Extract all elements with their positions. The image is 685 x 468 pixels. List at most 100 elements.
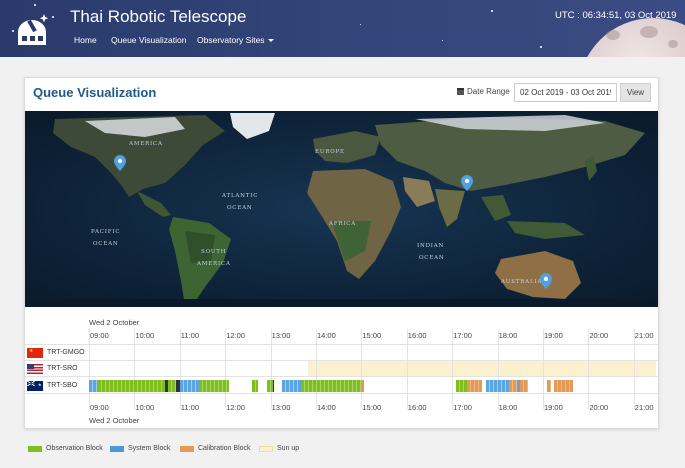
time-tick-label-top: 14:00 (317, 331, 336, 340)
timeline-row-divider (25, 344, 658, 345)
map-pin-icon[interactable] (114, 155, 126, 171)
time-tick-label-bottom: 19:00 (544, 403, 563, 412)
map-label-indian: INDIAN (417, 243, 445, 249)
time-tick-label-bottom: 21:00 (634, 403, 654, 412)
hour-gridline (179, 329, 181, 409)
hour-gridline (406, 329, 408, 409)
system-block[interactable] (281, 380, 301, 392)
time-tick-label-bottom: 11:00 (180, 403, 200, 412)
map-label-atlantic: ATLANTIC (222, 193, 259, 199)
nav-home[interactable]: Home (74, 35, 97, 45)
site-name: TRT-SBO (47, 382, 78, 389)
hour-gridline (497, 329, 499, 409)
map-pin-icon[interactable] (540, 273, 552, 289)
timeline-row-divider (25, 376, 658, 377)
calibration-block[interactable] (554, 380, 574, 392)
observation-block[interactable] (455, 380, 468, 392)
hour-gridline (316, 329, 317, 409)
legend-swatch (180, 445, 194, 452)
star-decoration (442, 40, 443, 41)
time-tick-label-bottom: 15:00 (362, 403, 382, 412)
time-tick-label-bottom: 20:00 (589, 403, 609, 412)
map-label-pacific-ocean: OCEAN (93, 241, 119, 247)
legend-calibration-block: Calibration Block (180, 445, 251, 452)
calibration-block[interactable] (546, 380, 551, 392)
time-tick-label-top: 21:00 (634, 331, 654, 340)
australia-flag-icon: ★ (27, 380, 43, 391)
date-range-label: Date Range (457, 87, 510, 96)
observation-block[interactable] (198, 380, 229, 392)
legend-sun-up: Sun up (259, 445, 299, 452)
system-block[interactable] (179, 380, 199, 392)
legend-label: Observation Block (46, 445, 103, 452)
site-label-trt-sro: TRT-SRO (27, 362, 78, 375)
continents-layer (25, 113, 658, 307)
observation-block[interactable] (98, 380, 165, 392)
star-decoration (491, 10, 493, 12)
map-label-pacific: PACIFIC (91, 229, 121, 235)
map-label-atlantic-ocean: OCEAN (227, 205, 253, 211)
hour-gridline (543, 329, 544, 409)
usa-flag-icon (27, 363, 43, 374)
hour-gridline (588, 329, 590, 409)
observation-block[interactable] (168, 380, 176, 392)
observation-block[interactable] (300, 380, 362, 392)
hour-gridline (89, 329, 90, 409)
time-tick-label-top: 18:00 (498, 331, 518, 340)
observation-block[interactable] (251, 380, 258, 392)
date-range-label-text: Date Range (467, 87, 510, 96)
queue-visualization-panel: Queue Visualization Date Range View (24, 77, 659, 429)
calibration-block[interactable] (520, 380, 528, 392)
time-tick-label-bottom: 14:00 (317, 403, 336, 412)
legend-system-block: System Block (110, 445, 170, 452)
nav-observatory-sites[interactable]: Observatory Sites (197, 35, 274, 45)
site-name: TRT-GMGO (47, 349, 85, 356)
timeline-day-label-bottom: Wed 2 October (89, 416, 140, 425)
system-block[interactable] (490, 380, 509, 392)
legend-label: System Block (128, 445, 171, 452)
time-tick-label-top: 17:00 (453, 331, 472, 340)
hour-gridline (452, 329, 454, 409)
legend-observation-block: Observation Block (28, 445, 103, 452)
calibration-block[interactable] (361, 380, 364, 392)
chevron-down-icon (267, 39, 274, 43)
legend-label: Sun up (277, 445, 300, 452)
map-label-south: SOUTH (201, 249, 227, 255)
time-tick-label-bottom: 12:00 (226, 403, 245, 412)
time-tick-label-top: 20:00 (589, 331, 609, 340)
observatory-logo-icon[interactable] (14, 10, 54, 48)
legend-swatch (259, 445, 273, 452)
map-label-africa: AFRICA (329, 221, 357, 227)
star-decoration (360, 24, 361, 25)
nav-queue-visualization[interactable]: Queue Visualization (111, 35, 186, 45)
time-tick-label-top: 16:00 (407, 331, 427, 340)
china-flag-icon: ★ (27, 347, 43, 358)
timeline-day-label-top: Wed 2 October (89, 318, 140, 327)
site-label-trt-sbo: ★ TRT-SBO (27, 379, 77, 392)
map-label-australia: AUSTRALIA (501, 279, 543, 285)
moon-decoration (578, 18, 685, 57)
site-label-trt-gmgo: ★ TRT-GMGO (27, 346, 85, 359)
map-pin-icon[interactable] (461, 175, 473, 191)
star-decoration (34, 4, 36, 6)
map-label-indian-ocean: OCEAN (419, 255, 445, 261)
world-map[interactable]: EUROPE AMERICA ATLANTIC OCEAN AFRICA PAC… (25, 111, 658, 307)
time-tick-label-top: 11:00 (180, 331, 200, 340)
system-block[interactable] (89, 380, 99, 392)
hour-gridline (225, 329, 227, 409)
site-name: TRT-SRO (47, 365, 78, 372)
date-range-input[interactable] (514, 83, 617, 102)
view-button[interactable]: View (620, 83, 651, 102)
panel-title: Queue Visualization (33, 85, 157, 100)
calibration-block[interactable] (508, 380, 517, 392)
legend-swatch (28, 445, 42, 452)
time-tick-label-top: 15:00 (362, 331, 382, 340)
brand-title[interactable]: Thai Robotic Telescope (70, 7, 246, 27)
queue-timeline[interactable]: Wed 2 October Wed 2 October ★ TRT-GMGO T… (25, 307, 658, 428)
calibration-block[interactable] (467, 380, 483, 392)
map-label-north-america: AMERICA (129, 141, 163, 147)
time-tick-label-bottom: 18:00 (498, 403, 518, 412)
dark-block[interactable] (272, 380, 275, 392)
utc-clock: UTC : 06:34:51, 03 Oct 2019 (555, 10, 677, 21)
nav-observatory-sites-label: Observatory Sites (197, 35, 265, 45)
